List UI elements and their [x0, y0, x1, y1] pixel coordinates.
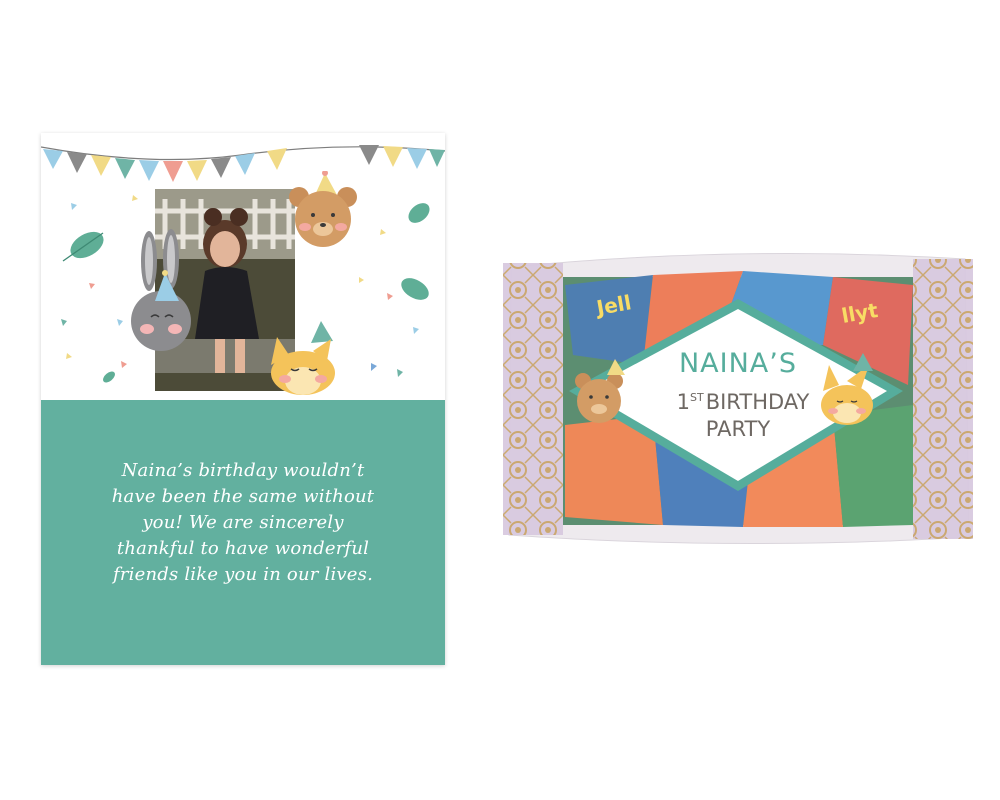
message-line: Naina’s birthday wouldn’t — [121, 460, 365, 481]
label-birthday-line: 1STBIRTHDAY — [643, 390, 843, 414]
message-line: thankful to have wonderful — [116, 538, 370, 559]
message-line: you! We are sincerely — [142, 512, 344, 533]
fox-icon — [271, 321, 335, 395]
message-line: have been the same without — [111, 486, 375, 507]
left-floral-band — [503, 263, 563, 535]
label-ordinal-suffix: ST — [690, 391, 704, 404]
bear-icon — [289, 171, 357, 247]
card-illustration — [41, 133, 445, 400]
label-ordinal-number: 1 — [676, 390, 690, 414]
label-birthday-word: BIRTHDAY — [705, 390, 810, 414]
message-line: friends like you in our lives. — [113, 564, 373, 585]
bunny-icon — [131, 229, 191, 351]
label-name: NAINA’S — [678, 348, 798, 379]
card-message: Naina’s birthday wouldn’t have been the … — [75, 458, 411, 588]
bunting-flags — [43, 145, 445, 182]
candy-pack: Jell llyt NAINA’S 1STBIRTHDAY PARTY — [503, 245, 973, 555]
thank-you-card: Naina’s birthday wouldn’t have been the … — [41, 133, 445, 665]
card-message-panel: Naina’s birthday wouldn’t have been the … — [41, 400, 445, 665]
label-party: PARTY — [705, 417, 771, 441]
right-floral-band — [913, 259, 973, 539]
